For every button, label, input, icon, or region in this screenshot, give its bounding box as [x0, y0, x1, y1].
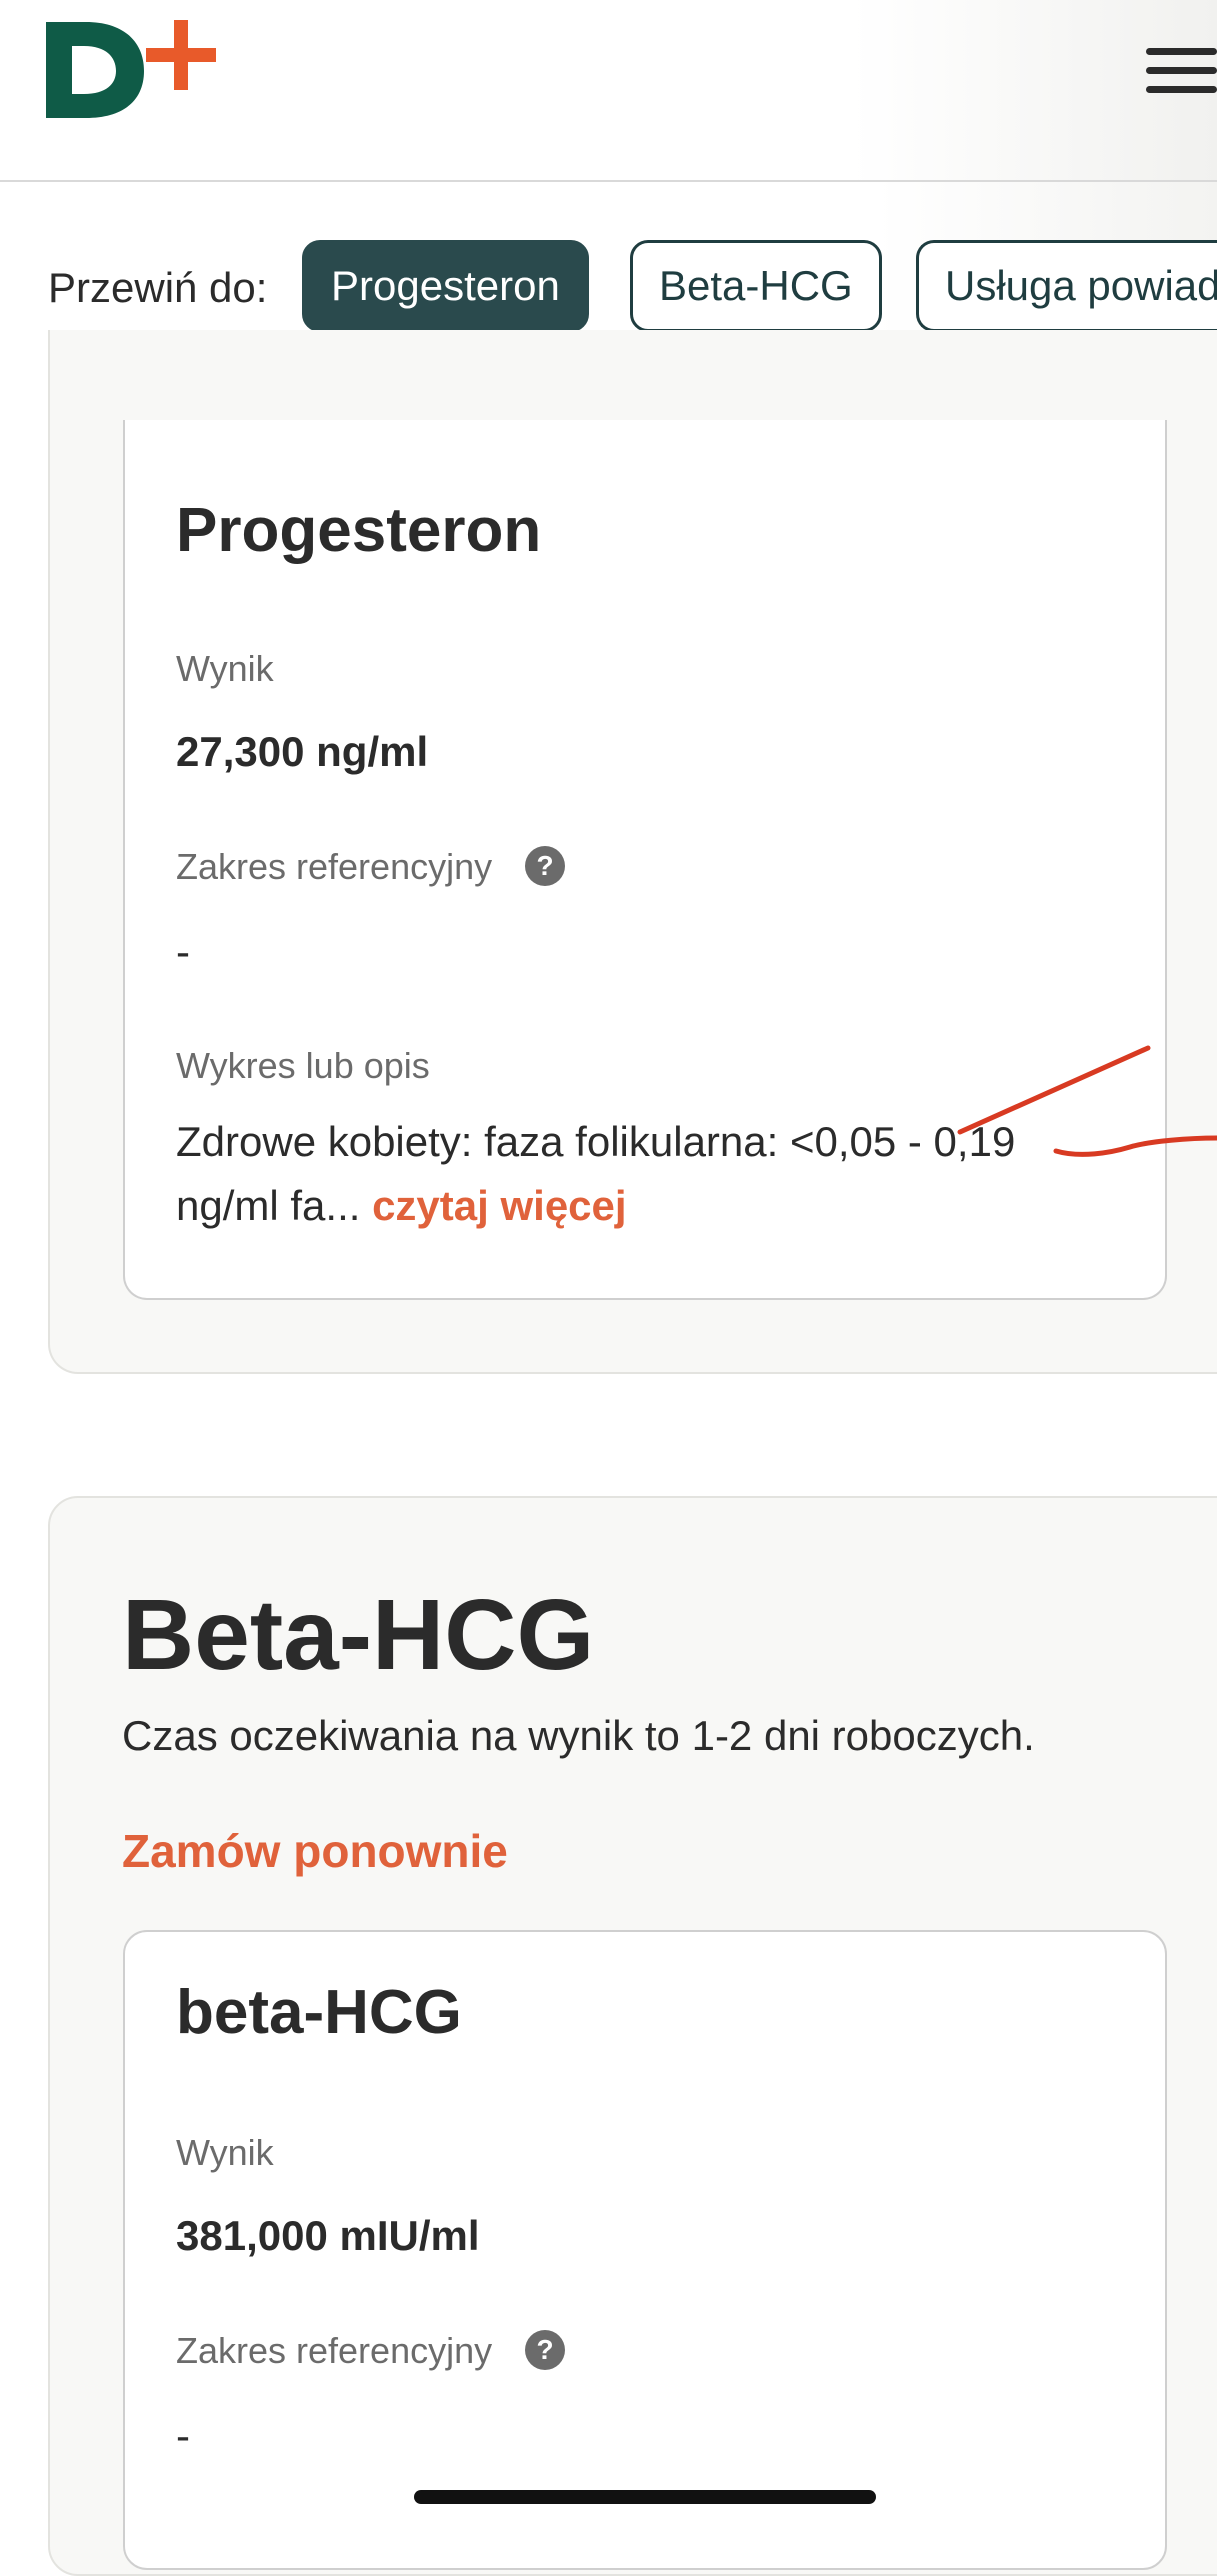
help-circle-icon[interactable]: ? [525, 846, 565, 886]
description-label: Wykres lub opis [176, 1045, 430, 1086]
chip-usluga-powiadomienia[interactable]: Usługa powiad [916, 240, 1217, 332]
reference-range-label: Zakres referencyjny [176, 846, 493, 887]
reorder-link[interactable]: Zamów ponownie [122, 1824, 508, 1878]
beta-hcg-result-card: beta-HCG Wynik 381,000 mIU/ml Zakres ref… [123, 1930, 1167, 2570]
result-value: 27,300 ng/ml [176, 728, 429, 775]
chip-beta-hcg[interactable]: Beta-HCG [630, 240, 882, 332]
reference-range-value: - [176, 2412, 190, 2459]
section-title: Beta-HCG [122, 1579, 595, 1691]
site-header: D+ [0, 0, 1217, 182]
result-value: 381,000 mIU/ml [176, 2212, 480, 2259]
brand-logo[interactable]: D+ [46, 20, 216, 120]
help-circle-icon[interactable]: ? [525, 2330, 565, 2370]
reference-range-label: Zakres referencyjny [176, 2330, 493, 2371]
progesteron-result-card: Progesteron Wynik 27,300 ng/ml Zakres re… [123, 420, 1167, 1300]
home-indicator [414, 2490, 876, 2504]
scroll-to-label: Przewiń do: [48, 264, 268, 311]
card-title: Progesteron [176, 496, 542, 565]
card-title: beta-HCG [176, 1978, 462, 2047]
reference-range-value: - [176, 928, 190, 975]
read-more-link[interactable]: czytaj więcej [372, 1182, 626, 1229]
chip-progesteron[interactable]: Progesteron [302, 240, 589, 332]
description-text: Zdrowe kobiety: faza folikularna: <0,05 … [176, 1110, 1036, 1238]
result-label: Wynik [176, 2132, 274, 2173]
section-subtitle: Czas oczekiwania na wynik to 1-2 dni rob… [122, 1712, 1035, 1759]
hamburger-menu-icon[interactable] [1146, 48, 1217, 104]
result-label: Wynik [176, 648, 274, 689]
logo-plus-icon [46, 20, 216, 118]
